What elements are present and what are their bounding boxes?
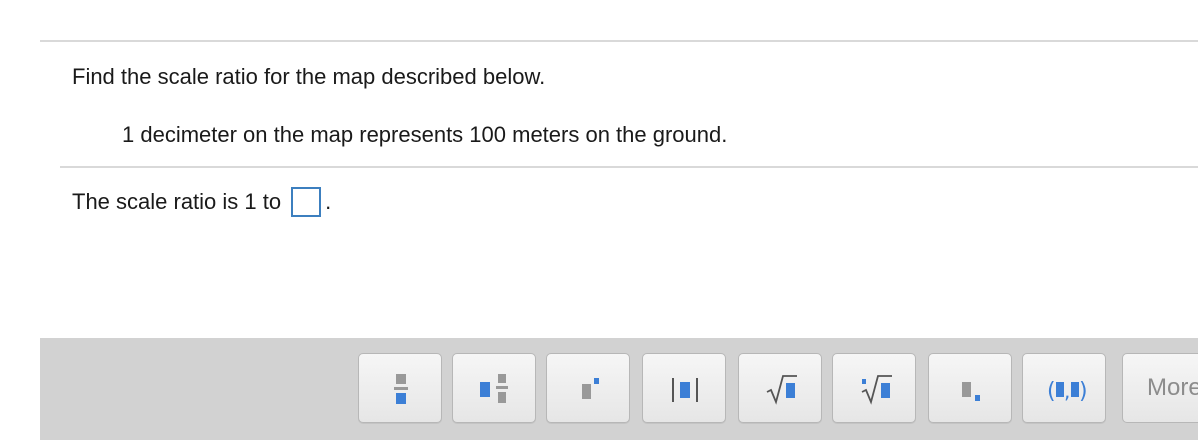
square-root-button[interactable] [738, 353, 822, 423]
answer-input[interactable] [291, 187, 322, 217]
question-instruction: Find the scale ratio for the map describ… [72, 64, 546, 89]
absolute-value-button[interactable] [642, 353, 726, 423]
exponent-button[interactable] [546, 353, 630, 423]
exponent-icon [582, 378, 599, 399]
ordered-pair-button[interactable]: ( , ) [1022, 353, 1106, 423]
ordered-pair-icon: ( , ) [1047, 379, 1088, 404]
answer-prefix: The scale ratio is 1 to [72, 189, 282, 214]
fraction-button[interactable] [358, 353, 442, 423]
subscript-button[interactable] [928, 353, 1012, 423]
answer-divider [60, 166, 1198, 168]
answer-line: The scale ratio is 1 to . [72, 187, 331, 217]
subscript-icon [962, 382, 980, 401]
nth-root-button[interactable] [832, 353, 916, 423]
answer-suffix: . [325, 189, 332, 214]
svg-text:): ) [1079, 379, 1088, 404]
fraction-icon [394, 374, 408, 404]
math-toolbar: ( , ) More [40, 338, 1198, 440]
nth-root-icon [861, 375, 892, 405]
question-given: 1 decimeter on the map represents 100 me… [122, 122, 728, 147]
more-button[interactable]: More [1122, 353, 1198, 423]
top-divider [40, 40, 1198, 42]
problem-page: Find the scale ratio for the map describ… [0, 0, 1198, 440]
mixed-number-icon [480, 374, 508, 403]
absolute-value-icon [672, 378, 698, 402]
square-root-icon [766, 375, 797, 405]
mixed-number-button[interactable] [452, 353, 536, 423]
svg-text:,: , [1064, 379, 1070, 403]
svg-text:(: ( [1047, 379, 1056, 404]
